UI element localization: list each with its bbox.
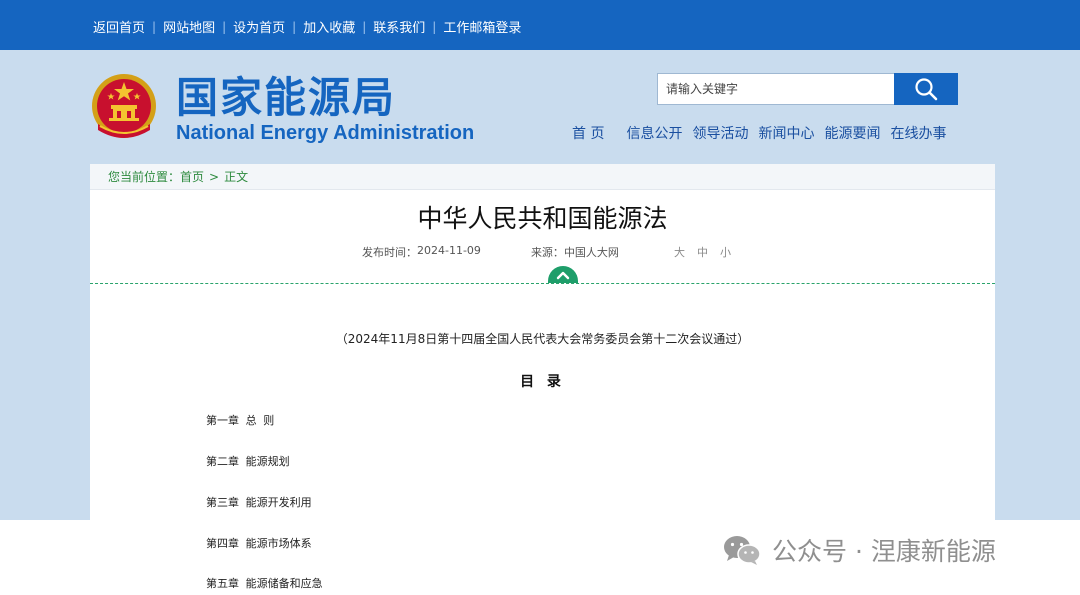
main-nav: 首 页 信息公开 领导活动 新闻中心 能源要闻 在线办事 bbox=[572, 123, 946, 143]
site-logo-chinese[interactable]: 国家能源局 bbox=[176, 73, 396, 123]
font-size-large[interactable]: 大 bbox=[674, 244, 685, 260]
breadcrumb-home[interactable]: 首页 bbox=[180, 168, 204, 185]
article-container: 您当前位置： 首页 > 正文 中华人民共和国能源法 发布时间： 2024-11-… bbox=[90, 164, 995, 595]
chevron-up-icon bbox=[556, 271, 570, 280]
top-links: 返回首页 | 网站地图 | 设为首页 | 加入收藏 | 联系我们 | 工作邮箱登… bbox=[93, 17, 521, 37]
top-link-separator: | bbox=[222, 19, 227, 34]
top-link-separator: | bbox=[152, 19, 157, 34]
top-link-separator: | bbox=[362, 19, 367, 34]
nav-news-center[interactable]: 新闻中心 bbox=[758, 123, 814, 143]
search-button[interactable] bbox=[894, 73, 958, 105]
toc-item: 第四章 能源市场体系 bbox=[206, 537, 312, 550]
watermark-text: 公众号 · 涅康新能源 bbox=[772, 537, 996, 566]
nav-energy-news[interactable]: 能源要闻 bbox=[824, 123, 880, 143]
article-meta: 发布时间： 2024-11-09 来源： 中国人大网 大 中 小 bbox=[362, 244, 731, 260]
article-intro: （2024年11月8日第十四届全国人民代表大会常务委员会第十二次会议通过） bbox=[335, 332, 750, 346]
breadcrumb-prefix: 您当前位置： bbox=[108, 170, 181, 184]
breadcrumb-current: 正文 bbox=[224, 170, 249, 184]
search-box bbox=[657, 73, 958, 105]
nav-leadership[interactable]: 领导活动 bbox=[692, 123, 748, 143]
top-link-home[interactable]: 返回首页 bbox=[93, 17, 145, 36]
top-link-contact[interactable]: 联系我们 bbox=[373, 17, 425, 36]
watermark: 公众号 · 涅康新能源 bbox=[722, 532, 996, 568]
wechat-icon bbox=[724, 536, 761, 565]
top-link-set-homepage[interactable]: 设为首页 bbox=[233, 17, 285, 36]
search-icon bbox=[915, 78, 938, 101]
toc-item: 第一章 总 则 bbox=[206, 414, 275, 427]
top-link-email-login[interactable]: 工作邮箱登录 bbox=[443, 17, 521, 36]
toc-item: 第三章 能源开发利用 bbox=[206, 496, 312, 509]
top-link-separator: | bbox=[292, 19, 297, 34]
nav-info-disclosure[interactable]: 信息公开 bbox=[626, 123, 682, 143]
collapse-toggle-button[interactable] bbox=[548, 266, 578, 283]
site-logo-english[interactable]: National Energy Administration bbox=[176, 122, 474, 145]
publish-date: 2024-11-09 bbox=[417, 244, 481, 257]
toc-title: 目 录 bbox=[520, 374, 565, 390]
font-size-small[interactable]: 小 bbox=[720, 244, 731, 260]
toc-item: 第五章 能源储备和应急 bbox=[206, 577, 323, 590]
top-bar: 返回首页 | 网站地图 | 设为首页 | 加入收藏 | 联系我们 | 工作邮箱登… bbox=[0, 0, 1080, 50]
toc-item: 第二章 能源规划 bbox=[206, 455, 290, 468]
header-divider bbox=[90, 283, 995, 284]
source-name: 中国人大网 bbox=[563, 246, 619, 259]
nav-online-services[interactable]: 在线办事 bbox=[890, 123, 946, 143]
breadcrumb-separator: > bbox=[209, 169, 220, 184]
font-size-medium[interactable]: 中 bbox=[697, 244, 708, 260]
nav-home[interactable]: 首 页 bbox=[572, 123, 604, 143]
source-label: 来源： bbox=[530, 246, 564, 259]
breadcrumb: 您当前位置： 首页 > 正文 bbox=[90, 164, 995, 190]
article-title: 中华人民共和国能源法 bbox=[417, 204, 668, 233]
top-link-sitemap[interactable]: 网站地图 bbox=[163, 17, 215, 36]
publish-label: 发布时间： bbox=[362, 246, 417, 259]
search-input[interactable] bbox=[657, 73, 894, 105]
national-emblem-icon[interactable] bbox=[90, 72, 158, 142]
top-link-separator: | bbox=[432, 19, 437, 34]
top-link-bookmark[interactable]: 加入收藏 bbox=[303, 17, 355, 36]
